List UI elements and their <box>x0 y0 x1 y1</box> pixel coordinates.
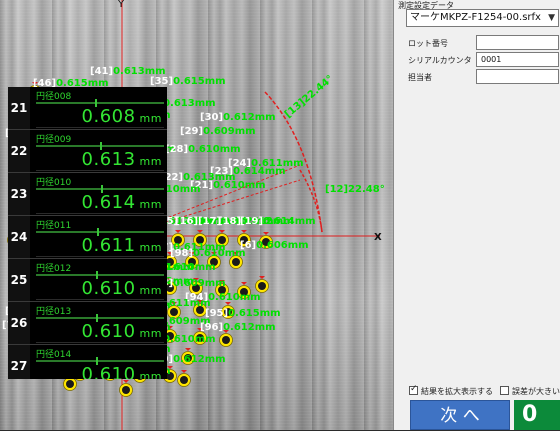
measurement-unit: mm <box>135 241 162 254</box>
measurement-number: 0.610 <box>81 364 136 379</box>
measurement-name: 円径013 <box>36 307 72 317</box>
measurement-unit: mm <box>135 284 162 297</box>
row-number: 27 <box>8 345 30 379</box>
checkbox-unchecked-icon[interactable] <box>500 386 509 395</box>
sort-by-error-checkbox[interactable]: 誤差が大きい順 <box>500 386 560 397</box>
tolerance-bar <box>36 102 164 104</box>
measurement-value: 0.610 mm <box>82 278 162 299</box>
hole-measurement-label: [35]0.615mm <box>150 76 226 87</box>
next-button[interactable]: 次 へ <box>410 400 510 430</box>
row-separator <box>36 342 164 343</box>
measurement-value: 0.610 mm <box>82 364 162 379</box>
hole-marker <box>177 370 191 387</box>
enlarge-results-checkbox[interactable]: 結果を拡大表示する <box>409 384 493 397</box>
row-separator <box>36 127 164 128</box>
row-separator <box>36 256 164 257</box>
row-number: 24 <box>8 216 30 258</box>
tolerance-bar <box>36 360 164 362</box>
settings-data-select[interactable]: マーケMKPZ-F1254-00.srfx ▼ <box>406 9 559 27</box>
result-row[interactable]: 25 円径012 0.610 mm <box>8 259 167 302</box>
row-number: 26 <box>8 302 30 344</box>
row-number: 21 <box>8 87 30 129</box>
hole-measurement-label: [95]0.615mm <box>205 308 281 319</box>
measurement-unit: mm <box>135 155 162 168</box>
results-panel: 測定設定データ マーケMKPZ-F1254-00.srfx ▼ ロット番号 シリ… <box>393 0 560 430</box>
row-number: 23 <box>8 173 30 215</box>
measurement-number: 0.614 <box>81 192 136 213</box>
tolerance-bar <box>36 188 164 190</box>
result-row[interactable]: 27 円径014 0.610 mm <box>8 345 167 379</box>
tolerance-bar <box>36 274 164 276</box>
measurement-number: 0.610 <box>81 321 136 342</box>
measurement-number: 0.611 <box>81 235 136 256</box>
measurement-name: 円径011 <box>36 221 72 231</box>
measurement-number: 0.608 <box>81 106 136 127</box>
angle-label-12: [12]22.48° <box>325 184 385 195</box>
x-axis-label: X <box>374 232 382 243</box>
hole-measurement-label: [19]0.614mm <box>240 216 316 227</box>
hole-marker <box>255 276 269 293</box>
hole-measurement-label: [30]0.612mm <box>200 112 276 123</box>
operator-label: 担当者 <box>408 73 432 82</box>
tolerance-bar <box>36 231 164 233</box>
sort-by-error-label: 誤差が大きい順 <box>512 387 560 396</box>
result-row[interactable]: 22 円径009 0.613 mm <box>8 130 167 173</box>
serial-counter-label: シリアルカウンタ <box>408 56 472 65</box>
measurement-name: 円径010 <box>36 178 72 188</box>
row-separator <box>36 299 164 300</box>
measurement-result-list[interactable]: 21 円径008 0.608 mm 22 円径009 0.613 mm 23 円径010 0.6… <box>8 87 167 379</box>
hole-measurement-label: [21]0.610mm <box>190 180 266 191</box>
measurement-number: 0.610 <box>81 278 136 299</box>
measurement-name: 円径014 <box>36 350 72 360</box>
hole-measurement-label: [6]0.606mm <box>240 240 309 251</box>
row-number: 25 <box>8 259 30 301</box>
result-row[interactable]: 24 円径011 0.611 mm <box>8 216 167 259</box>
hole-measurement-label: [29]0.609mm <box>180 126 256 137</box>
result-counter: 0 <box>514 400 560 430</box>
hole-measurement-label: [96]0.612mm <box>200 322 276 333</box>
measurement-name: 円径012 <box>36 264 72 274</box>
chevron-down-icon[interactable]: ▼ <box>548 10 555 26</box>
settings-data-value: マーケMKPZ-F1254-00.srfx <box>410 12 541 23</box>
y-axis-label: Y <box>117 0 125 10</box>
hole-measurement-label: [98]0.610mm <box>170 248 246 259</box>
measurement-number: 0.613 <box>81 149 136 170</box>
measurement-unit: mm <box>135 327 162 340</box>
measurement-name: 円径008 <box>36 92 72 102</box>
tolerance-bar <box>36 317 164 319</box>
measurement-value: 0.614 mm <box>82 192 162 213</box>
measurement-value: 0.610 mm <box>82 321 162 342</box>
result-row[interactable]: 23 円径010 0.614 mm <box>8 173 167 216</box>
hole-measurement-label: [28]0.610mm <box>165 144 241 155</box>
enlarge-results-label: 結果を拡大表示する <box>421 387 493 396</box>
angle-label-13: [13]22.44° <box>283 74 336 121</box>
measurement-name: 円径009 <box>36 135 72 145</box>
checkbox-checked-icon[interactable] <box>409 384 418 395</box>
hole-marker <box>119 380 133 397</box>
serial-counter-input[interactable]: 0001 <box>476 52 559 67</box>
measurement-unit: mm <box>135 112 162 125</box>
operator-input[interactable] <box>476 69 559 84</box>
row-separator <box>36 170 164 171</box>
result-row[interactable]: 26 円径013 0.610 mm <box>8 302 167 345</box>
measurement-value: 0.608 mm <box>82 106 162 127</box>
measurement-value: 0.613 mm <box>82 149 162 170</box>
lot-number-input[interactable] <box>476 35 559 50</box>
measurement-value: 0.611 mm <box>82 235 162 256</box>
row-number: 22 <box>8 130 30 172</box>
result-row[interactable]: 21 円径008 0.608 mm <box>8 87 167 130</box>
measurement-unit: mm <box>135 198 162 211</box>
row-separator <box>36 213 164 214</box>
lot-number-label: ロット番号 <box>408 39 448 48</box>
measurement-unit: mm <box>135 370 162 379</box>
